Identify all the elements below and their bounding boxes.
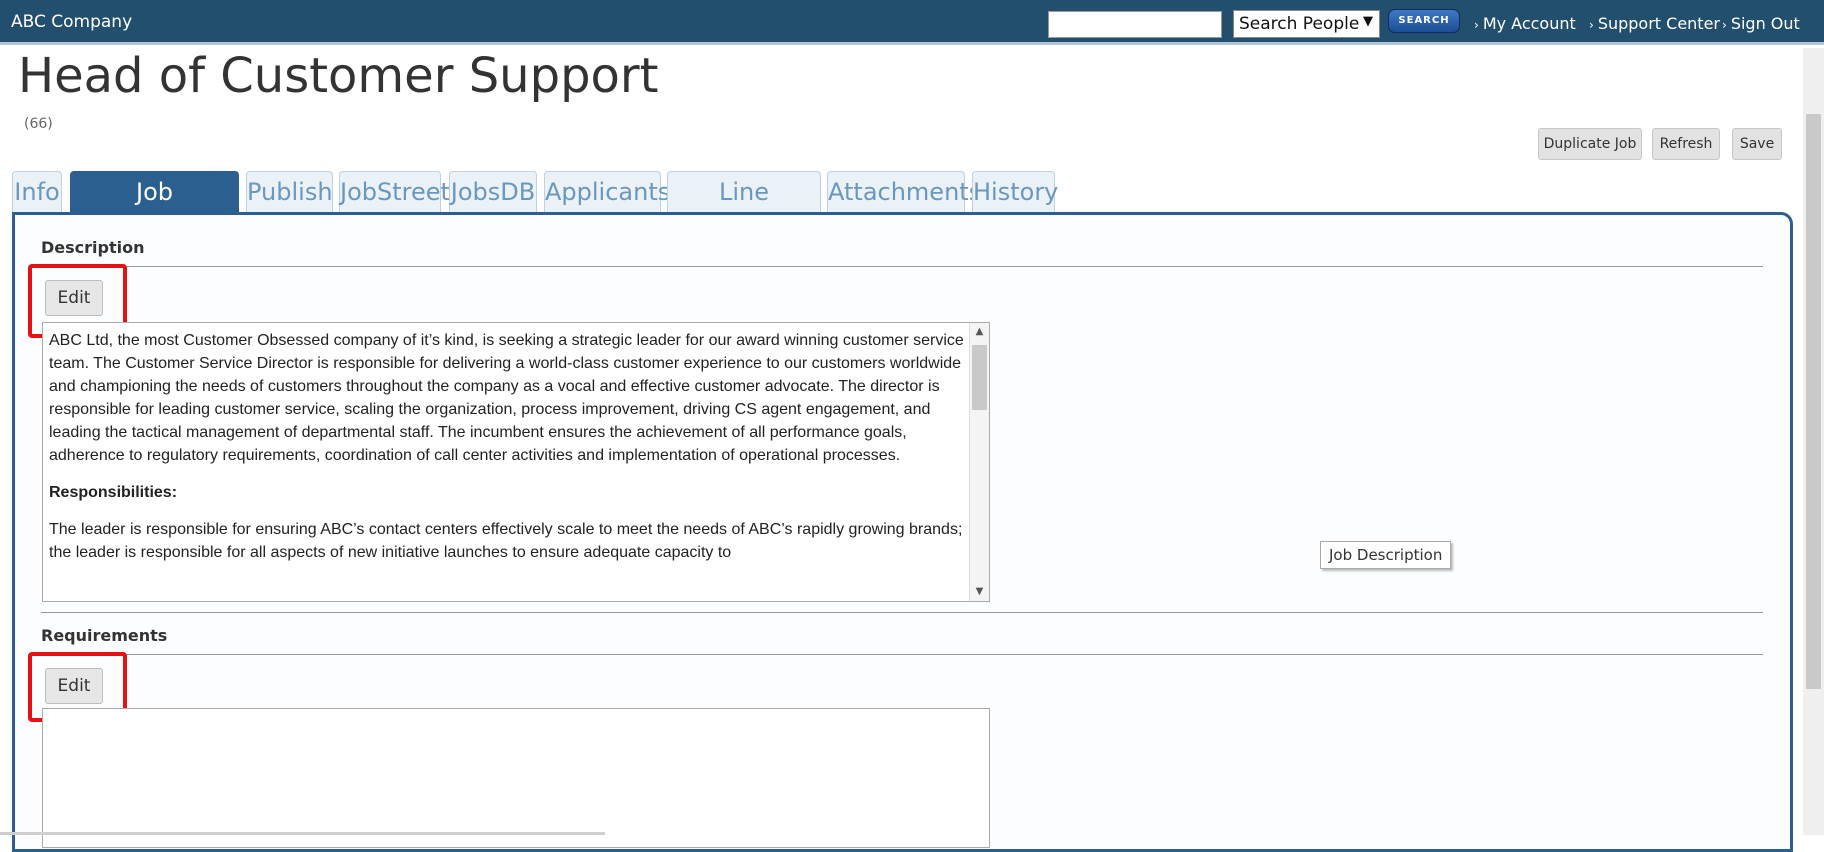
description-paragraph: The leader is responsible for ensuring A… bbox=[49, 521, 963, 561]
search-button[interactable]: SEARCH bbox=[1388, 9, 1460, 33]
search-scope-select[interactable]: Search People ▼ bbox=[1233, 10, 1380, 38]
description-content: ABC Ltd, the most Customer Obsessed comp… bbox=[49, 329, 969, 578]
my-account-label: My Account bbox=[1482, 14, 1576, 33]
support-center-label: Support Center bbox=[1597, 14, 1720, 33]
tab-applicants[interactable]: Applicants bbox=[544, 171, 670, 212]
tab-publish[interactable]: Publish bbox=[246, 171, 333, 212]
page-title: Head of Customer Support bbox=[18, 48, 659, 104]
description-text-area[interactable]: ABC Ltd, the most Customer Obsessed comp… bbox=[42, 322, 990, 602]
scroll-down-arrow-icon[interactable]: ▼ bbox=[970, 583, 989, 601]
sign-out-label: Sign Out bbox=[1730, 14, 1800, 33]
description-divider bbox=[41, 266, 1763, 267]
page-scrollbar-thumb[interactable] bbox=[1806, 114, 1821, 689]
description-paragraph: ABC Ltd, the most Customer Obsessed comp… bbox=[49, 332, 964, 464]
tab-jobsdb[interactable]: JobsDB bbox=[449, 171, 537, 212]
tooltip: Job Description bbox=[1320, 541, 1452, 569]
my-account-link[interactable]: › My Account bbox=[1474, 14, 1576, 33]
support-center-link[interactable]: › Support Center bbox=[1589, 14, 1720, 33]
tab-job-description[interactable]: Job Description bbox=[70, 171, 239, 247]
description-heading: Description bbox=[41, 238, 145, 257]
tab-history[interactable]: History bbox=[972, 171, 1058, 212]
search-scope-value: Search People bbox=[1239, 14, 1360, 34]
top-navigation-bar: ABC Company Search People ▼ SEARCH › My A… bbox=[0, 0, 1824, 45]
responsibilities-heading: Responsibilities: bbox=[49, 484, 178, 501]
tab-attachments[interactable]: Attachments bbox=[827, 171, 981, 212]
refresh-button[interactable]: Refresh bbox=[1652, 128, 1720, 160]
tab-info[interactable]: Info bbox=[12, 171, 62, 212]
requirements-text-area[interactable] bbox=[42, 708, 990, 848]
scroll-up-arrow-icon[interactable]: ▲ bbox=[970, 323, 989, 341]
save-button[interactable]: Save bbox=[1732, 128, 1782, 160]
tab-jobstreet[interactable]: JobStreet bbox=[339, 171, 450, 212]
chevron-right-icon: › bbox=[1722, 18, 1727, 32]
requirements-heading: Requirements bbox=[41, 626, 168, 645]
search-input[interactable] bbox=[1048, 11, 1222, 38]
description-scrollbar[interactable]: ▲ ▼ bbox=[969, 323, 989, 601]
requirements-divider bbox=[41, 654, 1763, 655]
company-name[interactable]: ABC Company bbox=[11, 12, 132, 32]
scrollbar-thumb[interactable] bbox=[972, 345, 987, 410]
sign-out-link[interactable]: › Sign Out bbox=[1722, 14, 1800, 33]
page-scrollbar[interactable] bbox=[1803, 48, 1824, 835]
duplicate-job-button[interactable]: Duplicate Job bbox=[1538, 128, 1642, 160]
tab-line-manager[interactable]: Line Manager bbox=[667, 171, 821, 247]
section-divider bbox=[41, 612, 1763, 613]
chevron-right-icon: › bbox=[1474, 18, 1479, 32]
chevron-right-icon: › bbox=[1589, 18, 1594, 32]
record-count: (66) bbox=[24, 116, 53, 132]
dropdown-arrow-icon: ▼ bbox=[1363, 14, 1373, 29]
